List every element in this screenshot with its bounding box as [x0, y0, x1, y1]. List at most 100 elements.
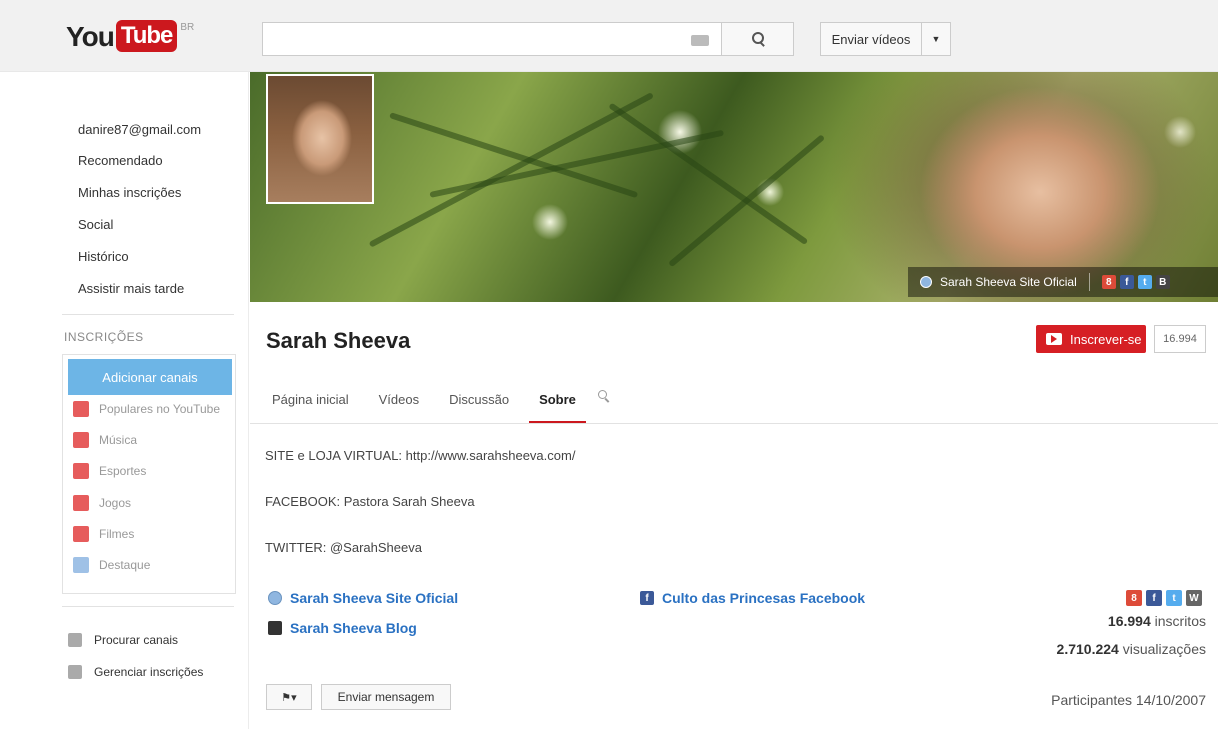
banner-link-divider [1088, 273, 1090, 291]
youtube-play-icon [1046, 333, 1062, 345]
twitter-icon[interactable]: t [1137, 275, 1152, 289]
logo-tube-text: Tube [115, 20, 178, 52]
flag-button[interactable]: ⚑▾ [266, 684, 312, 710]
sidebar-item-musica[interactable]: Música [73, 432, 137, 448]
manage-subscriptions-label: Gerenciar inscrições [94, 665, 204, 679]
sidebar-item-recomendado[interactable]: Recomendado [78, 153, 163, 168]
facebook-icon: f [640, 591, 654, 605]
sidebar-item-jogos[interactable]: Jogos [73, 495, 131, 511]
channel-title: Sarah Sheeva [266, 328, 411, 353]
google-plus-icon[interactable]: 8 [1101, 275, 1116, 289]
sidebar-item-label: Populares no YouTube [99, 402, 220, 416]
subscribers-label: inscritos [1154, 613, 1206, 629]
top-bar: You Tube BR Enviar vídeos ▼ [0, 0, 1218, 72]
about-line-facebook: FACEBOOK: Pastora Sarah Sheeva [265, 494, 475, 509]
subscriptions-box: Adicionar canais Populares no YouTube Mú… [62, 354, 236, 594]
twitter-icon[interactable]: t [1166, 590, 1182, 606]
sidebar-item-label: Esportes [99, 464, 147, 478]
subscriptions-header: INSCRIÇÕES [64, 330, 144, 344]
tab-pagina-inicial[interactable]: Página inicial [262, 384, 359, 424]
about-line-twitter: TWITTER: @SarahSheeva [265, 540, 422, 555]
tab-discussao[interactable]: Discussão [439, 384, 519, 424]
gear-icon [68, 665, 82, 679]
about-line-site: SITE e LOJA VIRTUAL: http://www.sarahshe… [265, 448, 576, 463]
facebook-icon[interactable]: f [1146, 590, 1162, 606]
search-icon [751, 32, 765, 46]
views-value: 2.710.224 [1056, 641, 1119, 657]
sidebar-item-social[interactable]: Social [78, 217, 113, 232]
sidebar-divider [62, 314, 234, 315]
keyboard-icon[interactable] [691, 35, 709, 46]
sidebar: danire87@gmail.com Recomendado Minhas in… [0, 72, 250, 729]
headphones-icon [73, 432, 89, 448]
facebook-icon[interactable]: f [1119, 275, 1134, 289]
subscribers-stat: 16.994 inscritos [1108, 613, 1206, 629]
manage-subscriptions-link[interactable]: Gerenciar inscrições [68, 665, 203, 679]
stats-social-icons: 8 f t W [1126, 590, 1206, 606]
browse-channels-link[interactable]: Procurar canais [68, 633, 178, 647]
gamepad-icon [73, 495, 89, 511]
sidebar-account[interactable]: danire87@gmail.com [78, 122, 201, 137]
tab-sobre[interactable]: Sobre [529, 384, 586, 424]
sidebar-item-destaque[interactable]: Destaque [73, 557, 150, 573]
film-reel-icon [73, 526, 89, 542]
google-plus-icon[interactable]: 8 [1126, 590, 1142, 606]
sidebar-item-label: Música [99, 433, 138, 447]
send-message-button[interactable]: Enviar mensagem [321, 684, 451, 710]
subscribers-value: 16.994 [1107, 613, 1151, 629]
tabs-divider [250, 423, 1218, 424]
joined-date: Participantes 14/10/2007 [1051, 692, 1206, 708]
globe-icon [268, 591, 282, 605]
sidebar-item-populares[interactable]: Populares no YouTube [73, 401, 220, 417]
blogger-icon[interactable]: B [1155, 275, 1170, 289]
star-icon [73, 401, 89, 417]
sidebar-item-historico[interactable]: Histórico [78, 249, 129, 264]
sidebar-border [248, 72, 249, 729]
youtube-logo[interactable]: You Tube BR [66, 20, 194, 54]
logo-you-text: You [66, 21, 115, 52]
subscriber-count-badge: 16.994 [1154, 325, 1206, 353]
search-button[interactable] [722, 22, 794, 56]
wordpress-icon[interactable]: W [1186, 590, 1202, 606]
sidebar-item-label: Destaque [99, 558, 151, 572]
upload-button[interactable]: Enviar vídeos [820, 22, 922, 56]
link-site-oficial[interactable]: Sarah Sheeva Site Oficial [268, 590, 458, 606]
person-icon [73, 557, 89, 573]
channel-avatar[interactable] [266, 74, 374, 204]
globe-icon [920, 276, 932, 288]
link-label: Culto das Princesas Facebook [662, 590, 866, 606]
banner-leaf [368, 92, 654, 248]
subscribe-label: Inscrever-se [1070, 331, 1142, 347]
plus-icon [68, 633, 82, 647]
sidebar-item-label: Jogos [99, 496, 132, 510]
tab-videos[interactable]: Vídeos [369, 384, 429, 424]
chevron-down-icon: ▼ [931, 34, 941, 44]
views-stat: 2.710.224 visualizações [1057, 641, 1206, 657]
blog-icon [268, 621, 282, 635]
link-label: Sarah Sheeva Site Oficial [290, 590, 459, 606]
banner-leaf [668, 134, 826, 268]
sidebar-item-minhas-inscricoes[interactable]: Minhas inscrições [78, 185, 181, 200]
add-channels-button[interactable]: Adicionar canais [68, 359, 232, 395]
sidebar-divider [62, 606, 234, 607]
flag-icon: ⚑▾ [281, 691, 297, 704]
search-input[interactable] [262, 22, 722, 56]
channel-banner: Sarah Sheeva Site Oficial 8 f t B [250, 72, 1218, 302]
banner-site-link[interactable]: Sarah Sheeva Site Oficial [940, 275, 1077, 289]
banner-links-bar: Sarah Sheeva Site Oficial 8 f t B [908, 267, 1218, 297]
views-label: visualizações [1122, 641, 1206, 657]
link-blog[interactable]: Sarah Sheeva Blog [268, 620, 417, 636]
upload-dropdown-button[interactable]: ▼ [921, 22, 951, 56]
sidebar-item-label: Filmes [99, 527, 135, 541]
channel-search-icon[interactable] [597, 390, 612, 404]
sidebar-item-assistir-mais-tarde[interactable]: Assistir mais tarde [78, 281, 184, 296]
sidebar-item-filmes[interactable]: Filmes [73, 526, 134, 542]
channel-tabs: Página inicial Vídeos Discussão Sobre [262, 384, 612, 424]
link-label: Sarah Sheeva Blog [290, 620, 417, 636]
subscribe-button[interactable]: Inscrever-se [1036, 325, 1146, 353]
sidebar-item-esportes[interactable]: Esportes [73, 463, 146, 479]
region-label: BR [180, 22, 195, 33]
browse-channels-label: Procurar canais [94, 633, 179, 647]
link-facebook[interactable]: f Culto das Princesas Facebook [640, 590, 865, 606]
trophy-icon [73, 463, 89, 479]
